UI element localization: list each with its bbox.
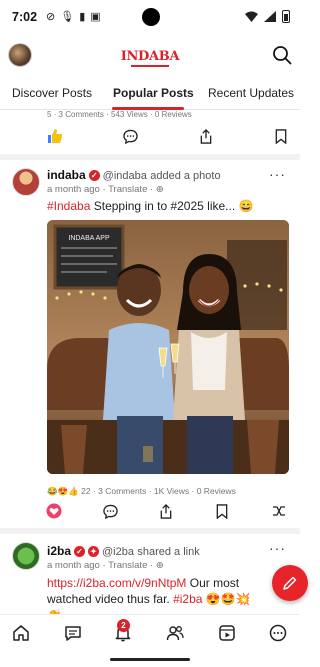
bookmark-icon bbox=[275, 128, 287, 144]
translate-link[interactable]: Translate bbox=[108, 184, 147, 195]
post-author-avatar[interactable] bbox=[12, 542, 40, 570]
notifications-badge: 2 bbox=[117, 619, 130, 632]
post-author-line: i2ba ✓ ✦ @i2ba shared a link bbox=[47, 544, 200, 558]
data-saver-icon: ⊘ bbox=[46, 11, 56, 23]
status-time: 7:02 bbox=[12, 10, 38, 24]
heart-icon bbox=[46, 503, 62, 519]
bottom-navigation bbox=[0, 614, 300, 652]
comment-button[interactable] bbox=[121, 127, 139, 145]
like-button[interactable] bbox=[46, 127, 64, 145]
gesture-bar bbox=[0, 652, 300, 667]
post-hashtag[interactable]: #Indaba bbox=[47, 199, 90, 213]
feed-tabs: Discover Posts Popular Posts Recent Upda… bbox=[0, 80, 300, 110]
post-action-text: added a photo bbox=[150, 170, 221, 182]
post-hashtag[interactable]: #i2ba bbox=[173, 592, 202, 606]
tab-popular-posts[interactable]: Popular Posts bbox=[113, 86, 194, 100]
share-icon bbox=[200, 128, 212, 144]
post-actions bbox=[0, 502, 300, 522]
photo-sign-text: INDABA APP bbox=[68, 235, 110, 242]
feed-post: i2ba ✓ ✦ @i2ba shared a link a month ago · … bbox=[0, 534, 300, 622]
comment-button[interactable] bbox=[101, 502, 119, 520]
post-action-text: shared a link bbox=[137, 546, 200, 558]
brand-badge-icon: ✦ bbox=[88, 546, 100, 557]
verified-badge-icon: ✓ bbox=[88, 170, 100, 181]
post-author-avatar[interactable] bbox=[12, 168, 40, 196]
bookmark-button[interactable] bbox=[272, 127, 290, 145]
video-icon bbox=[219, 625, 235, 641]
post-meta: a month ago · Translate · ⊕ bbox=[47, 184, 164, 195]
like-button[interactable] bbox=[45, 502, 63, 520]
globe-icon: ⊕ bbox=[155, 560, 164, 571]
status-system-icons bbox=[245, 10, 290, 23]
previous-post-actions bbox=[0, 127, 300, 147]
app-bar: INDABA bbox=[0, 36, 300, 80]
post-author-line: indaba ✓ @indaba added a photo bbox=[47, 168, 221, 182]
translate-link[interactable]: Translate bbox=[108, 560, 147, 571]
nav-more[interactable] bbox=[268, 623, 288, 643]
post-text: #Indaba Stepping in to #2025 like... 😄 bbox=[47, 198, 290, 214]
post-body: Stepping in to #2025 like... 😄 bbox=[93, 199, 254, 213]
comment-icon bbox=[122, 129, 138, 144]
verified-badge-icon: ✓ bbox=[74, 546, 86, 557]
sd-card-icon: ▮ bbox=[79, 11, 86, 23]
status-notification-icons: ⊘ 🎙 ▮ ▣ bbox=[46, 10, 101, 23]
nav-home[interactable] bbox=[11, 623, 31, 643]
compose-button[interactable] bbox=[272, 565, 308, 601]
bookmark-icon bbox=[216, 503, 228, 519]
share-button[interactable] bbox=[157, 502, 175, 520]
post-stats-text: 22 · 3 Comments · 1K Views · 0 Reviews bbox=[81, 486, 236, 496]
post-photo[interactable]: INDABA APP bbox=[47, 220, 289, 474]
bookmark-button[interactable] bbox=[213, 502, 231, 520]
post-link[interactable]: https://i2ba.com/v/9nNtpM bbox=[47, 576, 186, 590]
nav-videos[interactable] bbox=[217, 623, 237, 643]
chat-icon bbox=[65, 626, 81, 641]
post-author-handle[interactable]: @i2ba bbox=[102, 546, 134, 558]
post-author-name[interactable]: i2ba bbox=[47, 544, 71, 558]
status-bar: 7:02 ⊘ 🎙 ▮ ▣ bbox=[0, 0, 300, 36]
more-options-icon[interactable]: ··· bbox=[269, 166, 286, 182]
post-time: a month ago bbox=[47, 560, 100, 571]
previous-post-stats: 5 · 3 Comments · 543 Views · 0 Reviews bbox=[47, 110, 192, 119]
comment-icon bbox=[102, 504, 118, 519]
feed-post: indaba ✓ @indaba added a photo a month ago… bbox=[0, 160, 300, 528]
post-time: a month ago bbox=[47, 184, 100, 195]
reaction-emojis[interactable]: 😂😍👍 bbox=[47, 486, 79, 496]
post-photo-illustration: INDABA APP bbox=[47, 220, 289, 474]
signal-icon bbox=[264, 11, 276, 22]
post-author-name[interactable]: indaba bbox=[47, 168, 86, 182]
app-logo: INDABA bbox=[0, 49, 300, 67]
post-meta: a month ago · Translate · ⊕ bbox=[47, 560, 164, 571]
nav-friends[interactable] bbox=[165, 623, 185, 643]
tab-recent-updates[interactable]: Recent Updates bbox=[208, 86, 294, 100]
battery-icon bbox=[282, 10, 290, 23]
post-stats: 😂😍👍 22 · 3 Comments · 1K Views · 0 Revie… bbox=[47, 486, 236, 497]
share-icon bbox=[160, 503, 172, 519]
search-icon[interactable] bbox=[272, 45, 292, 65]
wifi-icon bbox=[245, 11, 258, 22]
mic-icon: 🎙 bbox=[60, 11, 75, 23]
share-button[interactable] bbox=[197, 127, 215, 145]
thumbs-up-icon bbox=[48, 129, 63, 143]
shuffle-icon bbox=[273, 506, 285, 516]
camera-cutout bbox=[142, 8, 160, 26]
pencil-icon bbox=[283, 576, 297, 590]
home-icon bbox=[13, 625, 29, 641]
tab-discover-posts[interactable]: Discover Posts bbox=[12, 86, 92, 100]
post-author-handle[interactable]: @indaba bbox=[103, 170, 147, 182]
more-circle-icon bbox=[269, 624, 287, 642]
nav-messages[interactable] bbox=[63, 623, 83, 643]
people-icon bbox=[166, 626, 184, 641]
previous-post-footer: 5 · 3 Comments · 543 Views · 0 Reviews bbox=[0, 110, 300, 154]
app-notification-icon: ▣ bbox=[90, 11, 101, 23]
globe-icon: ⊕ bbox=[155, 184, 164, 195]
more-options-icon[interactable]: ··· bbox=[269, 540, 286, 556]
more-share-button[interactable] bbox=[270, 502, 288, 520]
